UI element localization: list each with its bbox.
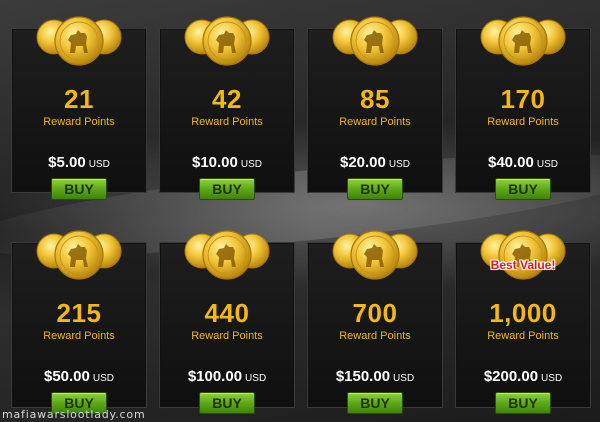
price: $10.00 USD bbox=[160, 154, 294, 171]
coin-icon bbox=[182, 13, 272, 69]
best-value-badge: Best Value! bbox=[490, 258, 556, 272]
package-card: 170 Reward Points $40.00 USD BUY bbox=[455, 16, 591, 200]
points-amount: 215 bbox=[56, 298, 102, 328]
package-card: 215 Reward Points $50.00 USD BUY bbox=[11, 230, 147, 414]
buy-button[interactable]: BUY bbox=[347, 392, 403, 414]
package-card: 700 Reward Points $150.00 USD BUY bbox=[307, 230, 443, 414]
points-amount: 21 bbox=[64, 84, 94, 114]
price-amount: $200.00 bbox=[483, 368, 539, 385]
package-card: 21 Reward Points $5.00 USD BUY bbox=[11, 16, 147, 200]
points-amount: 440 bbox=[204, 298, 250, 328]
points-label: Reward Points bbox=[487, 116, 559, 128]
points-amount: 170 bbox=[500, 84, 546, 114]
price-amount: $40.00 bbox=[487, 154, 534, 171]
points-label: Reward Points bbox=[339, 116, 411, 128]
buy-button[interactable]: BUY bbox=[51, 178, 107, 200]
package-card: 440 Reward Points $100.00 USD BUY bbox=[159, 230, 295, 414]
price: $20.00 USD bbox=[308, 154, 442, 171]
price: $200.00 USD bbox=[456, 368, 590, 385]
price-currency: USD bbox=[245, 373, 267, 384]
price: $50.00 USD bbox=[12, 368, 146, 385]
buy-button[interactable]: BUY bbox=[199, 178, 255, 200]
coin-icon bbox=[478, 13, 568, 69]
points-amount: 1,000 bbox=[489, 298, 557, 328]
points-label: Reward Points bbox=[487, 330, 559, 342]
points-amount: 85 bbox=[360, 84, 390, 114]
points-label: Reward Points bbox=[43, 330, 115, 342]
price-currency: USD bbox=[393, 373, 415, 384]
coin-icon bbox=[478, 227, 568, 283]
points-amount: 42 bbox=[212, 84, 242, 114]
coin-icon bbox=[330, 227, 420, 283]
price-currency: USD bbox=[92, 373, 114, 384]
price-currency: USD bbox=[88, 159, 110, 170]
package-card: 42 Reward Points $10.00 USD BUY bbox=[159, 16, 295, 200]
points-amount: 700 bbox=[352, 298, 398, 328]
price-amount: $50.00 bbox=[43, 368, 90, 385]
price-amount: $5.00 bbox=[48, 154, 86, 171]
reward-packages-grid: 21 Reward Points $5.00 USD BUY 42 Reward … bbox=[11, 16, 591, 414]
price: $40.00 USD bbox=[456, 154, 590, 171]
points-label: Reward Points bbox=[43, 116, 115, 128]
price: $5.00 USD bbox=[12, 154, 146, 171]
buy-button[interactable]: BUY bbox=[347, 178, 403, 200]
coin-icon bbox=[34, 227, 124, 283]
package-card: 85 Reward Points $20.00 USD BUY bbox=[307, 16, 443, 200]
package-card-best-value: Best Value! 1,000 Reward Points $200.00 U… bbox=[455, 230, 591, 414]
coin-icon bbox=[182, 227, 272, 283]
buy-button[interactable]: BUY bbox=[199, 392, 255, 414]
coin-icon bbox=[34, 13, 124, 69]
price-currency: USD bbox=[541, 373, 563, 384]
buy-button[interactable]: BUY bbox=[495, 392, 551, 414]
price: $150.00 USD bbox=[308, 368, 442, 385]
price-amount: $150.00 bbox=[335, 368, 391, 385]
price-currency: USD bbox=[240, 159, 262, 170]
watermark: mafiawarslootlady.com bbox=[2, 408, 146, 421]
price-amount: $100.00 bbox=[187, 368, 243, 385]
coin-icon bbox=[330, 13, 420, 69]
price-currency: USD bbox=[536, 159, 558, 170]
points-label: Reward Points bbox=[191, 116, 263, 128]
points-label: Reward Points bbox=[191, 330, 263, 342]
price: $100.00 USD bbox=[160, 368, 294, 385]
price-currency: USD bbox=[388, 159, 410, 170]
price-amount: $10.00 bbox=[191, 154, 238, 171]
buy-button[interactable]: BUY bbox=[495, 178, 551, 200]
price-amount: $20.00 bbox=[339, 154, 386, 171]
points-label: Reward Points bbox=[339, 330, 411, 342]
